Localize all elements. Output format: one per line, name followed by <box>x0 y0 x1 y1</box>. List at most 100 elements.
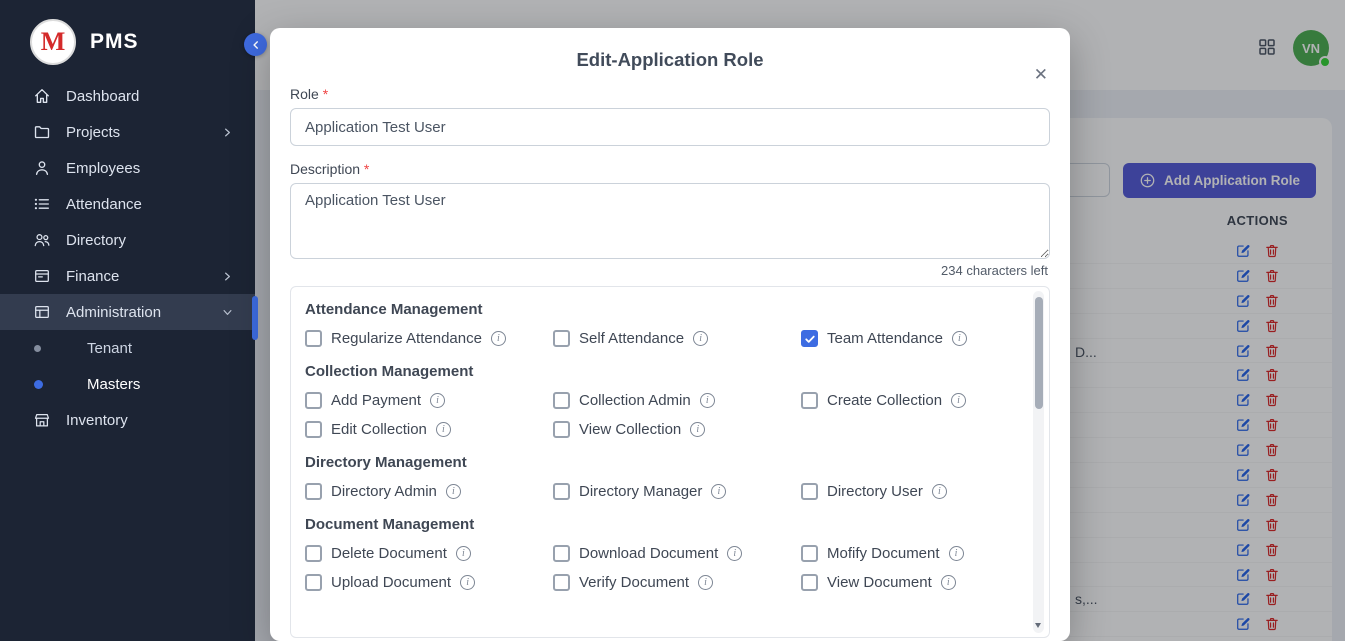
checkbox-directory-user[interactable] <box>801 483 818 500</box>
permission-upload-document[interactable]: Upload Document i <box>305 574 553 591</box>
permission-grid: Delete DocumentiDownload DocumentiMofify… <box>305 545 1015 591</box>
section-title-directory-management: Directory Management <box>305 454 1015 471</box>
sidebar-item-finance[interactable]: Finance <box>0 258 255 294</box>
permission-label: View Document <box>827 574 932 591</box>
info-icon[interactable]: i <box>456 546 471 561</box>
permission-label: Self Attendance <box>579 330 684 347</box>
permission-label: Directory Admin <box>331 483 437 500</box>
checkbox-download-document[interactable] <box>553 545 570 562</box>
sidebar-item-label: Directory <box>66 232 126 249</box>
info-icon[interactable]: i <box>693 331 708 346</box>
info-icon[interactable]: i <box>430 393 445 408</box>
sidebar-item-dashboard[interactable]: Dashboard <box>0 78 255 114</box>
chevron-right-icon <box>220 125 235 140</box>
info-icon[interactable]: i <box>951 393 966 408</box>
permission-label: Edit Collection <box>331 421 427 438</box>
info-icon[interactable]: i <box>690 422 705 437</box>
permission-label: Download Document <box>579 545 718 562</box>
permission-regularize-attendance[interactable]: Regularize Attendancei <box>305 330 553 347</box>
info-icon[interactable]: i <box>698 575 713 590</box>
permission-sections: Attendance ManagementRegularize Attendan… <box>305 301 1015 591</box>
scrollbar-track[interactable] <box>1033 291 1044 633</box>
checkbox-self-attendance[interactable] <box>553 330 570 347</box>
checkbox-create-collection[interactable] <box>801 392 818 409</box>
checkbox-verify-document[interactable] <box>553 574 570 591</box>
checkbox-regularize-attendance[interactable] <box>305 330 322 347</box>
role-label-text: Role <box>290 86 319 102</box>
sidebar-subitem-masters[interactable]: Masters <box>0 366 255 402</box>
info-icon[interactable]: i <box>711 484 726 499</box>
sidebar-item-directory[interactable]: Directory <box>0 222 255 258</box>
permission-download-document[interactable]: Download Document i <box>553 545 801 562</box>
logo-letter: M <box>41 27 66 57</box>
checkbox-view-document[interactable] <box>801 574 818 591</box>
permission-delete-document[interactable]: Delete Documenti <box>305 545 553 562</box>
permission-directory-manager[interactable]: Directory Manageri <box>553 483 801 500</box>
info-icon[interactable]: i <box>932 484 947 499</box>
info-icon[interactable]: i <box>436 422 451 437</box>
folder-icon <box>33 123 51 141</box>
permission-team-attendance[interactable]: Team Attendancei <box>801 330 1015 347</box>
permission-self-attendance[interactable]: Self Attendance i <box>553 330 801 347</box>
checkbox-directory-manager[interactable] <box>553 483 570 500</box>
chevron-down-icon <box>220 305 235 320</box>
checkbox-upload-document[interactable] <box>305 574 322 591</box>
scrollbar-thumb[interactable] <box>1035 297 1043 409</box>
checkbox-edit-collection[interactable] <box>305 421 322 438</box>
permission-edit-collection[interactable]: Edit Collection i <box>305 421 553 438</box>
bank-icon <box>33 267 51 285</box>
sidebar-subitem-tenant[interactable]: Tenant <box>0 330 255 366</box>
card-icon <box>33 303 51 321</box>
permission-view-document[interactable]: View Document i <box>801 574 1015 591</box>
info-icon[interactable]: i <box>491 331 506 346</box>
brand: M PMS <box>0 0 255 78</box>
permissions-panel: Attendance ManagementRegularize Attendan… <box>290 286 1050 638</box>
sidebar-item-attendance[interactable]: Attendance <box>0 186 255 222</box>
checkbox-view-collection[interactable] <box>553 421 570 438</box>
permission-create-collection[interactable]: Create Collectioni <box>801 392 1015 409</box>
permission-grid: Directory AdminiDirectory ManageriDirect… <box>305 483 1015 500</box>
store-icon <box>33 411 51 429</box>
permission-mofify-document[interactable]: Mofify Documenti <box>801 545 1015 562</box>
sidebar-item-administration[interactable]: Administration <box>0 294 255 330</box>
checkbox-team-attendance[interactable] <box>801 330 818 347</box>
characters-left: 234 characters left <box>290 263 1048 278</box>
checkbox-collection-admin[interactable] <box>553 392 570 409</box>
sidebar-item-projects[interactable]: Projects <box>0 114 255 150</box>
info-icon[interactable]: i <box>460 575 475 590</box>
info-icon[interactable]: i <box>949 546 964 561</box>
info-icon[interactable]: i <box>700 393 715 408</box>
permission-label: Collection Admin <box>579 392 691 409</box>
required-asterisk: * <box>323 86 328 102</box>
checkbox-add-payment[interactable] <box>305 392 322 409</box>
role-label: Role * <box>290 86 1050 102</box>
sidebar-item-label: Finance <box>66 268 119 285</box>
checkbox-mofify-document[interactable] <box>801 545 818 562</box>
checkbox-delete-document[interactable] <box>305 545 322 562</box>
permission-collection-admin[interactable]: Collection Admin i <box>553 392 801 409</box>
close-icon[interactable]: ✕ <box>1032 64 1050 85</box>
role-input[interactable] <box>290 108 1050 146</box>
permission-directory-user[interactable]: Directory Useri <box>801 483 1015 500</box>
permission-add-payment[interactable]: Add Payment i <box>305 392 553 409</box>
sidebar-item-label: Inventory <box>66 412 128 429</box>
permission-directory-admin[interactable]: Directory Admin i <box>305 483 553 500</box>
scroll-down-arrow-icon[interactable] <box>1035 623 1041 628</box>
app-logo: M <box>30 19 76 65</box>
info-icon[interactable]: i <box>941 575 956 590</box>
info-icon[interactable]: i <box>952 331 967 346</box>
description-label-text: Description <box>290 161 360 177</box>
required-asterisk: * <box>364 161 369 177</box>
permission-label: Upload Document <box>331 574 451 591</box>
permission-view-collection[interactable]: View Collectioni <box>553 421 801 438</box>
description-textarea[interactable]: Application Test User <box>290 183 1050 259</box>
permission-verify-document[interactable]: Verify Documenti <box>553 574 801 591</box>
info-icon[interactable]: i <box>727 546 742 561</box>
info-icon[interactable]: i <box>446 484 461 499</box>
sidebar-item-employees[interactable]: Employees <box>0 150 255 186</box>
permission-label: Add Payment <box>331 392 421 409</box>
checkbox-directory-admin[interactable] <box>305 483 322 500</box>
permission-grid: Add PaymentiCollection AdminiCreate Coll… <box>305 392 1015 438</box>
sidebar-item-inventory[interactable]: Inventory <box>0 402 255 438</box>
sidebar-collapse-button[interactable] <box>244 33 267 56</box>
